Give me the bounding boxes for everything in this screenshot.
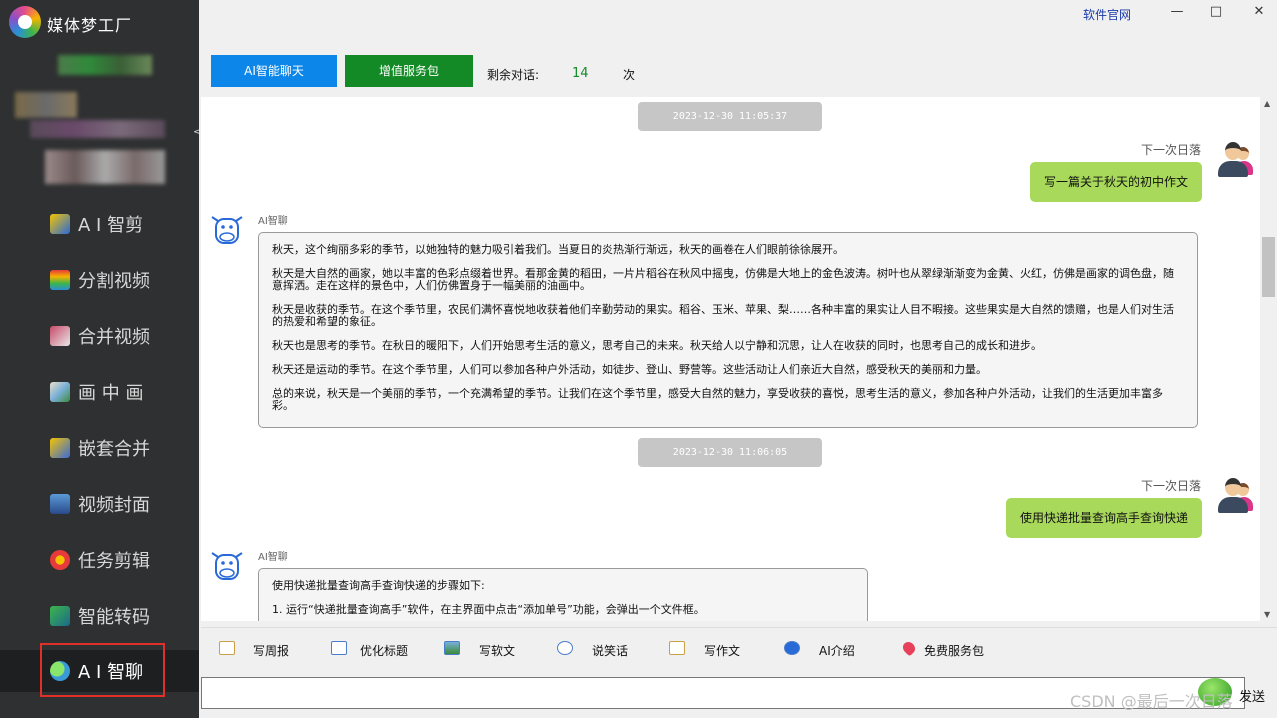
answer-paragraph: 总的来说，秋天是一个美丽的季节，一个充满希望的季节。让我们在这个季节里，感受大自… bbox=[272, 387, 1163, 412]
info-icon bbox=[784, 641, 800, 655]
chat-panel[interactable]: 2023-12-30 11:05:37 下一次日落 写一篇关于秋天的初中作文 A… bbox=[201, 97, 1260, 621]
pencil-note-icon bbox=[219, 641, 235, 655]
ai-chat-button[interactable]: AI智能聊天 bbox=[211, 55, 337, 87]
sidebar-item-smart-transcode[interactable]: 智能转码 bbox=[0, 595, 199, 635]
toolbar-label: 写周报 bbox=[253, 644, 290, 658]
toolbar-label: 优化标题 bbox=[360, 644, 409, 658]
sidebar-item-label: 嵌套合并 bbox=[78, 439, 150, 460]
app-logo-icon bbox=[9, 6, 41, 38]
user-avatar-icon bbox=[1213, 475, 1255, 517]
merge-video-icon bbox=[50, 326, 70, 346]
sidebar-item-merge-video[interactable]: 合并视频 bbox=[0, 315, 199, 355]
official-site-link[interactable]: 软件官网 bbox=[1083, 6, 1131, 23]
pen-icon bbox=[669, 641, 685, 655]
sidebar-item-split-video[interactable]: 分割视频 bbox=[0, 259, 199, 299]
answer-paragraph: 秋天是大自然的画家，她以丰富的色彩点缀着世界。看那金黄的稻田，一片片稻谷在秋风中… bbox=[272, 267, 1174, 292]
sidebar-item-video-cover[interactable]: 视频封面 bbox=[0, 483, 199, 523]
watermark: CSDN @最后一次日落 bbox=[1070, 692, 1233, 711]
answer-paragraph: 1. 运行“快递批量查询高手”软件，在主界面中点击“添加单号”功能，会弹出一个文… bbox=[272, 603, 705, 616]
app-name: 媒体梦工厂 bbox=[47, 16, 133, 35]
toolbar-label: 写作文 bbox=[704, 644, 741, 658]
sidebar-item-label: 视频封面 bbox=[78, 495, 150, 516]
answer-paragraph: 秋天是收获的季节。在这个季节里，农民们满怀喜悦地收获着他们辛勤劳动的果实。稻谷、… bbox=[272, 303, 1174, 328]
timestamp: 2023-12-30 11:06:05 bbox=[638, 438, 822, 467]
chat-scrollbar[interactable]: ▲ ▼ bbox=[1260, 97, 1277, 621]
nested-merge-icon bbox=[50, 438, 70, 458]
remaining-unit: 次 bbox=[623, 68, 636, 82]
remaining-label: 剩余对话: bbox=[487, 68, 540, 82]
sidebar-item-label: 智能转码 bbox=[78, 607, 150, 628]
scrollbar-thumb[interactable] bbox=[1262, 237, 1275, 297]
toolbar-label: 说笑话 bbox=[592, 644, 629, 658]
sidebar-item-label: 画 中 画 bbox=[78, 383, 144, 404]
minimize-icon[interactable]: — bbox=[1167, 4, 1187, 22]
toolbar-label: 免费服务包 bbox=[924, 644, 985, 658]
sidebar-item-label: 合并视频 bbox=[78, 327, 150, 348]
sidebar-item-picture-in-picture[interactable]: 画 中 画 bbox=[0, 371, 199, 411]
magic-wand-icon bbox=[50, 214, 70, 234]
scroll-up-icon[interactable]: ▲ bbox=[1264, 99, 1270, 108]
sidebar-item-task-edit[interactable]: 任务剪辑 bbox=[0, 539, 199, 579]
service-pack-button[interactable]: 增值服务包 bbox=[345, 55, 473, 87]
video-cover-icon bbox=[50, 494, 70, 514]
picture-in-picture-icon bbox=[50, 382, 70, 402]
answer-paragraph: 秋天也是思考的季节。在秋日的暖阳下，人们开始思考生活的意义，思考自己的未来。秋天… bbox=[272, 339, 1042, 352]
picture-icon bbox=[444, 641, 460, 655]
transcode-icon bbox=[50, 606, 70, 626]
sidebar-item-nested-merge[interactable]: 嵌套合并 bbox=[0, 427, 199, 467]
answer-paragraph: 秋天还是运动的季节。在这个季节里，人们可以参加各种户外活动，如徒步、登山、野营等… bbox=[272, 363, 987, 376]
toolbar-label: AI介绍 bbox=[819, 644, 855, 658]
heart-icon bbox=[900, 639, 918, 657]
bot-message: 秋天，这个绚丽多彩的季节，以她独特的魅力吸引着我们。当夏日的炎热渐行渐远，秋天的… bbox=[258, 232, 1198, 428]
bot-message: 使用快递批量查询高手查询快递的步骤如下: 1. 运行“快递批量查询高手”软件，在… bbox=[258, 568, 868, 621]
user-name: 下一次日落 bbox=[1140, 143, 1201, 157]
sidebar: 媒体梦工厂 < A I 智剪 分割视频 合并视频 画 中 画 嵌套合并 视频封面… bbox=[0, 0, 202, 718]
quick-prompt-toolbar: 写周报 优化标题 写软文 说笑话 写作文 AI介绍 免费服务包 bbox=[201, 627, 1277, 673]
send-button-label[interactable]: 发送 bbox=[1239, 686, 1265, 705]
flower-icon bbox=[50, 550, 70, 570]
sidebar-item-label: 分割视频 bbox=[78, 271, 150, 292]
user-avatar-icon bbox=[1213, 139, 1255, 181]
maximize-icon[interactable]: □ bbox=[1206, 4, 1226, 22]
selection-highlight-box bbox=[40, 643, 165, 697]
sidebar-item-label: 任务剪辑 bbox=[78, 551, 150, 572]
answer-paragraph: 使用快递批量查询高手查询快递的步骤如下: bbox=[272, 579, 485, 592]
bot-name: AI智聊 bbox=[258, 552, 288, 563]
speech-bubble-icon bbox=[557, 641, 573, 655]
answer-paragraph: 秋天，这个绚丽多彩的季节，以她独特的魅力吸引着我们。当夏日的炎热渐行渐远，秋天的… bbox=[272, 243, 844, 256]
scroll-down-icon[interactable]: ▼ bbox=[1264, 610, 1270, 619]
user-message: 使用快递批量查询高手查询快递 bbox=[1006, 498, 1202, 538]
sidebar-item-label: A I 智剪 bbox=[78, 215, 144, 236]
split-video-icon bbox=[50, 270, 70, 290]
window-icon bbox=[331, 641, 347, 655]
close-icon[interactable]: ✕ bbox=[1249, 4, 1269, 22]
remaining-count: 14 bbox=[572, 66, 589, 81]
sidebar-item-ai-clip[interactable]: A I 智剪 bbox=[0, 203, 199, 243]
timestamp: 2023-12-30 11:05:37 bbox=[638, 102, 822, 131]
user-message: 写一篇关于秋天的初中作文 bbox=[1030, 162, 1202, 202]
bot-name: AI智聊 bbox=[258, 216, 288, 227]
cow-avatar-icon bbox=[211, 216, 243, 244]
cow-avatar-icon bbox=[211, 552, 243, 580]
toolbar-label: 写软文 bbox=[479, 644, 516, 658]
user-name: 下一次日落 bbox=[1140, 479, 1201, 493]
